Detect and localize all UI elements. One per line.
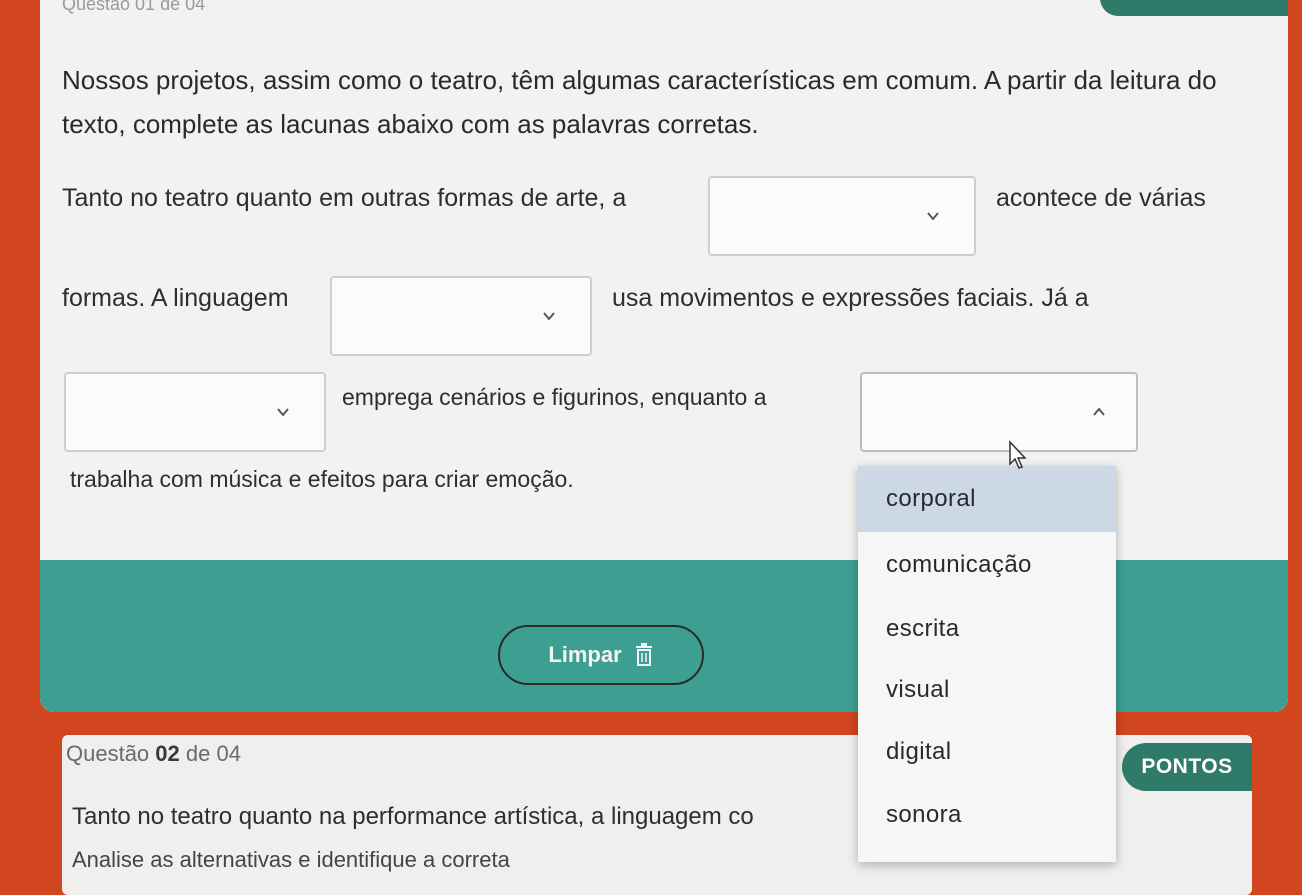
clear-button-label: Limpar <box>548 642 622 667</box>
clear-button[interactable]: Limpar <box>498 625 704 685</box>
question-2-text: Tanto no teatro quanto na performance ar… <box>72 803 754 830</box>
sentence-part-6: trabalha com música e efeitos para criar… <box>70 466 574 492</box>
dropdown-option-visual[interactable]: visual <box>858 660 1116 720</box>
points-badge-top <box>1100 0 1288 16</box>
dropdown-option-sonora[interactable]: sonora <box>858 784 1116 846</box>
chevron-up-icon <box>1093 407 1105 416</box>
sentence-part-4: usa movimentos e expressões faciais. Já … <box>612 284 1089 312</box>
dropdown-option-corporal[interactable]: corporal <box>858 466 1116 532</box>
dropdown-option-escrita[interactable]: escrita <box>858 598 1116 660</box>
question-1-header: Questão 01 de 04 <box>62 0 206 14</box>
options-dropdown: corporal comunicação escrita visual digi… <box>858 466 1116 862</box>
chevron-down-icon <box>543 312 555 321</box>
blank-select-1[interactable] <box>708 176 976 256</box>
blank-select-3[interactable] <box>64 372 326 452</box>
sentence-part-5: emprega cenários e figurinos, enquanto a <box>342 384 767 410</box>
sentence-part-2: acontece de várias <box>996 184 1206 212</box>
points-badge: PONTOS <box>1122 743 1252 791</box>
question-prompt: Nossos projetos, assim como o teatro, tê… <box>62 65 1217 139</box>
blank-select-4-open[interactable] <box>860 372 1138 452</box>
trash-icon <box>635 643 652 666</box>
question-2-instruction: Analise as alternativas e identifique a … <box>72 847 510 872</box>
sentence-part-1: Tanto no teatro quanto em outras formas … <box>62 184 627 212</box>
question-2-header: Questão 02 de 04 <box>66 741 241 766</box>
dropdown-option-comunicacao[interactable]: comunicação <box>858 532 1116 598</box>
chevron-down-icon <box>277 408 289 417</box>
sentence-part-3: formas. A linguagem <box>62 284 289 312</box>
blank-select-2[interactable] <box>330 276 592 356</box>
mouse-cursor-icon <box>1009 440 1027 469</box>
chevron-down-icon <box>927 212 939 221</box>
dropdown-option-digital[interactable]: digital <box>858 720 1116 784</box>
